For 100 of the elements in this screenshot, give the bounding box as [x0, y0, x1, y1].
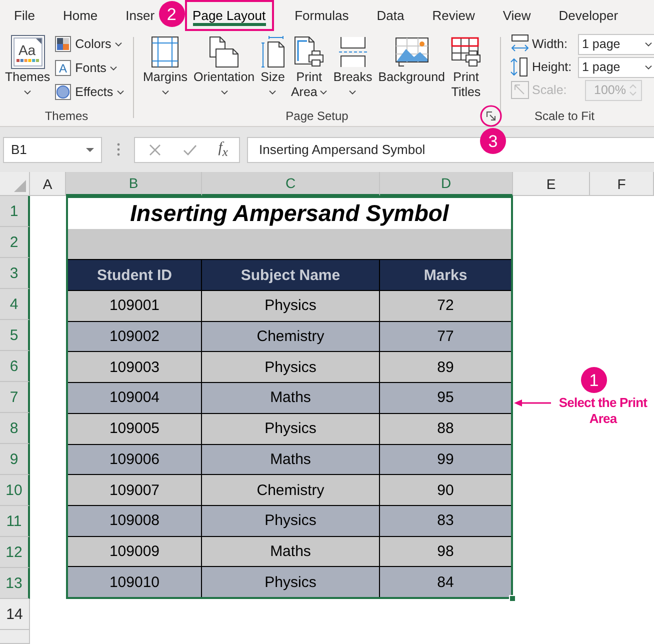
color-palette-icon	[55, 36, 72, 52]
check-icon[interactable]	[182, 144, 197, 156]
ribbon-menu-button[interactable]: Colors	[55, 32, 124, 56]
row-header[interactable]: 8	[0, 413, 30, 444]
table-cell: 109003	[68, 351, 202, 382]
field-label: Width:	[532, 37, 568, 51]
select-all-icon[interactable]	[14, 180, 26, 192]
column-header[interactable]: D	[380, 172, 513, 196]
page-breaks-icon	[338, 36, 368, 68]
pointer-arrow	[514, 398, 552, 408]
picture-icon	[394, 37, 429, 67]
ribbon-tab[interactable]: Formulas	[290, 0, 353, 31]
row-header[interactable]	[0, 630, 30, 644]
ribbon-button[interactable]: Orientation	[193, 34, 255, 100]
row-header[interactable]: 7	[0, 382, 30, 413]
dialog-launcher-icon[interactable]	[486, 111, 496, 121]
table-cell: 88	[380, 412, 511, 444]
table-cell: 109001	[68, 290, 202, 321]
spinner-arrows-icon	[629, 83, 637, 97]
table-cell: 72	[380, 290, 511, 321]
select-all-corner[interactable]	[0, 172, 30, 196]
margins-icon	[151, 36, 180, 68]
column-header[interactable]: F	[590, 172, 654, 196]
row-header[interactable]: 6	[0, 351, 30, 382]
table-cell: 109006	[68, 444, 202, 474]
row-header[interactable]: 11	[0, 506, 30, 537]
column-header[interactable]: A	[30, 172, 66, 196]
fit-dropdown[interactable]: 1 page	[578, 34, 654, 54]
row-header[interactable]: 10	[0, 475, 30, 506]
chevron-down-icon	[645, 42, 652, 46]
group-label: Scale to Fit	[534, 109, 595, 123]
fit-width-icon	[510, 34, 530, 54]
table-cell: Maths	[202, 382, 380, 413]
drag-handle-icon[interactable]	[117, 143, 120, 156]
fit-dropdown[interactable]: 1 page	[578, 56, 654, 78]
ribbon-tab[interactable]: Developer	[554, 0, 622, 31]
row-header[interactable]: 14	[0, 599, 30, 630]
ribbon-tab[interactable]: File	[10, 0, 39, 31]
row-header[interactable]: 9	[0, 444, 30, 475]
group-label: Page Setup	[286, 109, 348, 123]
ribbon-tab[interactable]: Page Layout	[184, 0, 274, 31]
ribbon-button[interactable]: Breaks	[333, 34, 372, 100]
table-cell: 109008	[68, 504, 202, 536]
row-header[interactable]: 2	[0, 227, 30, 258]
ribbon-button[interactable]: Print Titles	[450, 34, 481, 100]
font-icon: A	[55, 60, 72, 76]
table-cell: 95	[380, 382, 511, 413]
ribbon-tab[interactable]: Review	[428, 0, 479, 31]
table-cell: 98	[380, 536, 511, 566]
row-header[interactable]: 13	[0, 568, 30, 599]
table-cell: 77	[380, 320, 511, 352]
ribbon-menu-button[interactable]: A Fonts	[55, 56, 124, 80]
name-box[interactable]: B1	[3, 136, 102, 162]
fill-handle[interactable]	[509, 595, 516, 602]
table-cell: Physics	[202, 504, 380, 536]
table-cell: 109002	[68, 320, 202, 352]
fit-height-icon	[510, 57, 530, 77]
row-header[interactable]: 3	[0, 258, 30, 289]
dropdown-caret-icon	[86, 148, 94, 152]
table-cell: 109010	[68, 566, 202, 597]
insert-function-button[interactable]: f$_{x}$	[218, 140, 228, 158]
table-cell: 83	[380, 504, 511, 536]
column-header[interactable]: E	[513, 172, 590, 196]
ribbon-tab[interactable]: Data	[372, 0, 408, 31]
field-label: Height:	[532, 60, 573, 74]
print-area-icon	[294, 36, 324, 68]
ribbon-tab[interactable]: View	[498, 0, 535, 31]
effects-icon	[55, 84, 72, 100]
chevron-down-icon	[645, 64, 652, 70]
table-cell: Maths	[202, 444, 380, 474]
row-header[interactable]: 12	[0, 537, 30, 568]
table-cell: 90	[380, 474, 511, 505]
row-header[interactable]: 5	[0, 320, 30, 351]
row-header[interactable]: 4	[0, 289, 30, 320]
table-cell: 99	[380, 444, 511, 474]
highlight-ring	[480, 105, 502, 127]
column-header[interactable]: B	[66, 172, 202, 196]
orientation-icon	[209, 36, 240, 68]
themes-button[interactable]: Aa Themes	[5, 34, 50, 100]
table-cell: Maths	[202, 536, 380, 566]
table-cell: 109004	[68, 382, 202, 413]
table-cell: Physics	[202, 566, 380, 597]
column-header[interactable]: C	[202, 172, 380, 196]
table-cell: 109007	[68, 474, 202, 505]
ribbon-button[interactable]: Size	[260, 34, 285, 100]
group-label: Themes	[44, 109, 88, 123]
ribbon-menu-button[interactable]: Effects	[55, 80, 124, 104]
column-heading: Marks	[380, 259, 511, 290]
step-number-badge: 2	[158, 1, 185, 27]
table-cell: Physics	[202, 351, 380, 382]
table-cell: Chemistry	[202, 474, 380, 505]
callout-label: Select the Print Area	[558, 395, 648, 427]
row-header[interactable]: 1	[0, 196, 30, 227]
ribbon-button[interactable]: Background	[378, 34, 445, 85]
ribbon-button[interactable]: Margins	[143, 34, 188, 100]
cancel-icon[interactable]	[149, 144, 161, 156]
ribbon-button[interactable]: Print Area	[290, 34, 328, 100]
ribbon-tab[interactable]: Inser	[122, 0, 159, 31]
table-cell: 109009	[68, 536, 202, 566]
ribbon-tab[interactable]: Home	[58, 0, 102, 31]
